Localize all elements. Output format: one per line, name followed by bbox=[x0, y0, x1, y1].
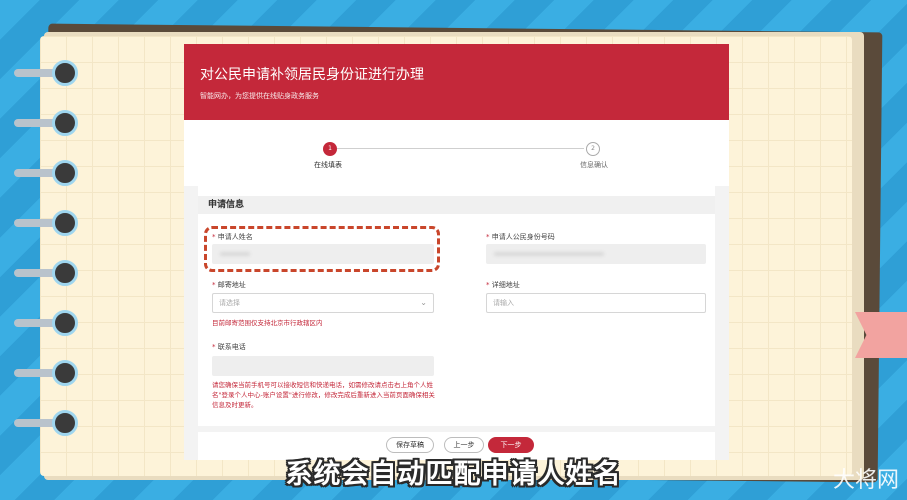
step-1-circle: 1 bbox=[323, 142, 337, 156]
required-mark: * bbox=[212, 281, 216, 289]
phone-label: * 联系电话 bbox=[212, 342, 246, 352]
binder-ring bbox=[14, 310, 78, 336]
next-step-button[interactable]: 下一步 bbox=[488, 437, 534, 453]
step-2-label: 信息确认 bbox=[580, 161, 608, 169]
application-form: 申请信息 * 申请人姓名 * 申请人公民身份号码 * 邮寄地址 请选择 ⌄ 目前… bbox=[198, 186, 715, 426]
binder-ring bbox=[14, 410, 78, 436]
required-mark: * bbox=[486, 233, 490, 241]
step-1-label: 在线填表 bbox=[314, 161, 342, 169]
binder-ring bbox=[14, 60, 78, 86]
binder-ring bbox=[14, 360, 78, 386]
mail-address-hint: 目前邮寄范围仅支持北京市行政辖区内 bbox=[212, 319, 323, 327]
mail-address-label: * 邮寄地址 bbox=[212, 280, 246, 290]
detail-address-placeholder: 请输入 bbox=[493, 299, 514, 307]
web-page: 对公民申请补领居民身份证进行办理 智能网办，为您提供在线贴身政务服务 1 2 在… bbox=[184, 44, 729, 460]
chevron-down-icon: ⌄ bbox=[420, 298, 427, 307]
id-number-field[interactable] bbox=[486, 244, 706, 264]
binder-ring bbox=[14, 210, 78, 236]
required-mark: * bbox=[212, 343, 216, 351]
section-title: 申请信息 bbox=[198, 196, 715, 214]
step-connector bbox=[334, 148, 584, 149]
phone-hint: 请您确保当前手机号可以接收短信和快递电话，如需修改请点击右上角个人姓名"登录个人… bbox=[212, 381, 435, 409]
watermark: 大将网 bbox=[832, 468, 899, 493]
blurred-value bbox=[494, 252, 604, 256]
id-label: * 申请人公民身份号码 bbox=[486, 232, 555, 242]
phone-label-text: 联系电话 bbox=[217, 343, 246, 351]
detail-address-label-text: 详细地址 bbox=[491, 281, 520, 289]
binder-ring bbox=[14, 110, 78, 136]
prev-step-button[interactable]: 上一步 bbox=[444, 437, 484, 453]
detail-address-input[interactable]: 请输入 bbox=[486, 293, 706, 313]
binder-ring bbox=[14, 160, 78, 186]
mail-address-label-text: 邮寄地址 bbox=[217, 281, 246, 289]
phone-field[interactable] bbox=[212, 356, 434, 376]
required-mark: * bbox=[486, 281, 490, 289]
video-caption: 系统会自动匹配申请人姓名 bbox=[285, 459, 622, 490]
mail-address-select[interactable]: 请选择 ⌄ bbox=[212, 293, 434, 313]
page-subtitle: 智能网办，为您提供在线贴身政务服务 bbox=[200, 92, 319, 100]
detail-address-label: * 详细地址 bbox=[486, 280, 520, 290]
page-title: 对公民申请补领居民身份证进行办理 bbox=[200, 67, 424, 83]
save-draft-button[interactable]: 保存草稿 bbox=[386, 437, 434, 453]
step-2-circle: 2 bbox=[586, 142, 600, 156]
page-header: 对公民申请补领居民身份证进行办理 智能网办，为您提供在线贴身政务服务 bbox=[184, 44, 729, 120]
highlight-dashed-frame bbox=[204, 226, 440, 272]
id-label-text: 申请人公民身份号码 bbox=[491, 233, 555, 241]
progress-steps: 1 2 在线填表 信息确认 bbox=[184, 120, 729, 186]
binder-ring bbox=[14, 260, 78, 286]
mail-address-placeholder: 请选择 bbox=[219, 299, 240, 307]
